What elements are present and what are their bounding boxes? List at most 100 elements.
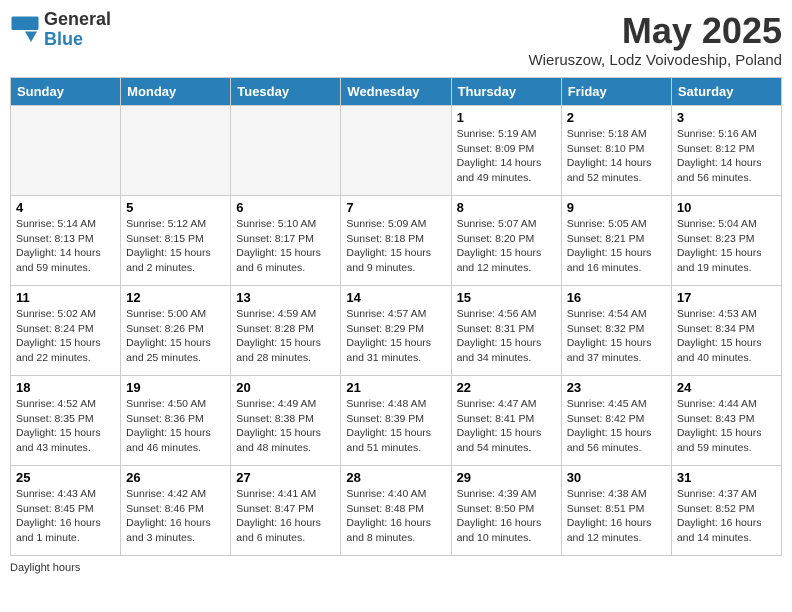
day-number: 13 <box>236 290 335 305</box>
day-number: 12 <box>126 290 225 305</box>
day-number: 19 <box>126 380 225 395</box>
calendar-cell: 13 Sunrise: 4:59 AM Sunset: 8:28 PM Dayli… <box>231 286 341 376</box>
calendar-cell: 31Sunrise: 4:37 AM Sunset: 8:52 PM Dayli… <box>671 466 781 556</box>
calendar-cell <box>11 106 121 196</box>
day-info: Sunrise: 4:48 AM Sunset: 8:39 PM Dayligh… <box>346 397 445 456</box>
day-number: 24 <box>677 380 776 395</box>
day-number: 30 <box>567 470 666 485</box>
calendar-cell: 5Sunrise: 5:12 AM Sunset: 8:15 PM Daylig… <box>121 196 231 286</box>
day-info: Sunrise: 4:54 AM Sunset: 8:32 PM Dayligh… <box>567 307 666 366</box>
calendar-cell: 9 Sunrise: 5:05 AM Sunset: 8:21 PM Daylig… <box>561 196 671 286</box>
calendar-cell: 29 Sunrise: 4:39 AM Sunset: 8:50 PM Dayli… <box>451 466 561 556</box>
header: General Blue May 2025 Wieruszow, Lodz Vo… <box>10 10 782 69</box>
logo-general-text: General <box>44 10 111 30</box>
week-row-4: 18Sunrise: 4:52 AM Sunset: 8:35 PM Dayli… <box>11 376 782 466</box>
header-row: SundayMondayTuesdayWednesdayThursdayFrid… <box>11 78 782 106</box>
header-day-thursday: Thursday <box>451 78 561 106</box>
day-info: Sunrise: 5:16 AM Sunset: 8:12 PM Dayligh… <box>677 127 776 186</box>
main-title: May 2025 <box>529 10 782 52</box>
day-info: Sunrise: 4:44 AM Sunset: 8:43 PM Dayligh… <box>677 397 776 456</box>
calendar-cell: 1 Sunrise: 5:19 AM Sunset: 8:09 PM Daylig… <box>451 106 561 196</box>
calendar-cell: 27 Sunrise: 4:41 AM Sunset: 8:47 PM Dayli… <box>231 466 341 556</box>
calendar-cell: 2Sunrise: 5:18 AM Sunset: 8:10 PM Daylig… <box>561 106 671 196</box>
day-number: 23 <box>567 380 666 395</box>
logo-text: General Blue <box>44 10 111 50</box>
day-number: 17 <box>677 290 776 305</box>
day-number: 28 <box>346 470 445 485</box>
day-number: 31 <box>677 470 776 485</box>
day-info: Sunrise: 4:39 AM Sunset: 8:50 PM Dayligh… <box>457 487 556 546</box>
calendar-cell: 16Sunrise: 4:54 AM Sunset: 8:32 PM Dayli… <box>561 286 671 376</box>
day-number: 21 <box>346 380 445 395</box>
day-number: 1 <box>457 110 556 125</box>
calendar-cell: 8Sunrise: 5:07 AM Sunset: 8:20 PM Daylig… <box>451 196 561 286</box>
calendar-cell: 11 Sunrise: 5:02 AM Sunset: 8:24 PM Dayli… <box>11 286 121 376</box>
day-number: 2 <box>567 110 666 125</box>
day-info: Sunrise: 4:49 AM Sunset: 8:38 PM Dayligh… <box>236 397 335 456</box>
day-info: Sunrise: 5:04 AM Sunset: 8:23 PM Dayligh… <box>677 217 776 276</box>
calendar-cell: 20 Sunrise: 4:49 AM Sunset: 8:38 PM Dayli… <box>231 376 341 466</box>
day-info: Sunrise: 4:41 AM Sunset: 8:47 PM Dayligh… <box>236 487 335 546</box>
calendar-cell: 6Sunrise: 5:10 AM Sunset: 8:17 PM Daylig… <box>231 196 341 286</box>
week-row-1: 1 Sunrise: 5:19 AM Sunset: 8:09 PM Daylig… <box>11 106 782 196</box>
calendar-cell <box>231 106 341 196</box>
header-day-wednesday: Wednesday <box>341 78 451 106</box>
day-number: 9 <box>567 200 666 215</box>
day-number: 18 <box>16 380 115 395</box>
day-info: Sunrise: 5:05 AM Sunset: 8:21 PM Dayligh… <box>567 217 666 276</box>
calendar-cell: 30 Sunrise: 4:38 AM Sunset: 8:51 PM Dayli… <box>561 466 671 556</box>
day-number: 8 <box>457 200 556 215</box>
calendar-cell: 7Sunrise: 5:09 AM Sunset: 8:18 PM Daylig… <box>341 196 451 286</box>
day-number: 5 <box>126 200 225 215</box>
calendar-cell: 19Sunrise: 4:50 AM Sunset: 8:36 PM Dayli… <box>121 376 231 466</box>
day-number: 14 <box>346 290 445 305</box>
calendar-cell: 14 Sunrise: 4:57 AM Sunset: 8:29 PM Dayli… <box>341 286 451 376</box>
week-row-5: 25 Sunrise: 4:43 AM Sunset: 8:45 PM Dayli… <box>11 466 782 556</box>
day-number: 22 <box>457 380 556 395</box>
header-day-saturday: Saturday <box>671 78 781 106</box>
calendar-header: SundayMondayTuesdayWednesdayThursdayFrid… <box>11 78 782 106</box>
calendar-cell <box>341 106 451 196</box>
day-info: Sunrise: 4:38 AM Sunset: 8:51 PM Dayligh… <box>567 487 666 546</box>
day-info: Sunrise: 4:57 AM Sunset: 8:29 PM Dayligh… <box>346 307 445 366</box>
calendar-cell: 4Sunrise: 5:14 AM Sunset: 8:13 PM Daylig… <box>11 196 121 286</box>
calendar-cell <box>121 106 231 196</box>
day-info: Sunrise: 4:40 AM Sunset: 8:48 PM Dayligh… <box>346 487 445 546</box>
day-info: Sunrise: 4:53 AM Sunset: 8:34 PM Dayligh… <box>677 307 776 366</box>
day-number: 6 <box>236 200 335 215</box>
calendar-cell: 21 Sunrise: 4:48 AM Sunset: 8:39 PM Dayli… <box>341 376 451 466</box>
footer: Daylight hours <box>10 562 782 574</box>
calendar-cell: 23 Sunrise: 4:45 AM Sunset: 8:42 PM Dayli… <box>561 376 671 466</box>
calendar-body: 1 Sunrise: 5:19 AM Sunset: 8:09 PM Daylig… <box>11 106 782 556</box>
calendar: SundayMondayTuesdayWednesdayThursdayFrid… <box>10 77 782 556</box>
day-info: Sunrise: 5:09 AM Sunset: 8:18 PM Dayligh… <box>346 217 445 276</box>
calendar-cell: 26Sunrise: 4:42 AM Sunset: 8:46 PM Dayli… <box>121 466 231 556</box>
calendar-cell: 28 Sunrise: 4:40 AM Sunset: 8:48 PM Dayli… <box>341 466 451 556</box>
week-row-2: 4Sunrise: 5:14 AM Sunset: 8:13 PM Daylig… <box>11 196 782 286</box>
day-number: 20 <box>236 380 335 395</box>
day-info: Sunrise: 5:02 AM Sunset: 8:24 PM Dayligh… <box>16 307 115 366</box>
day-number: 27 <box>236 470 335 485</box>
day-info: Sunrise: 4:56 AM Sunset: 8:31 PM Dayligh… <box>457 307 556 366</box>
week-row-3: 11 Sunrise: 5:02 AM Sunset: 8:24 PM Dayli… <box>11 286 782 376</box>
calendar-cell: 10Sunrise: 5:04 AM Sunset: 8:23 PM Dayli… <box>671 196 781 286</box>
day-number: 29 <box>457 470 556 485</box>
calendar-cell: 22Sunrise: 4:47 AM Sunset: 8:41 PM Dayli… <box>451 376 561 466</box>
header-day-sunday: Sunday <box>11 78 121 106</box>
calendar-cell: 15Sunrise: 4:56 AM Sunset: 8:31 PM Dayli… <box>451 286 561 376</box>
day-number: 25 <box>16 470 115 485</box>
day-info: Sunrise: 4:45 AM Sunset: 8:42 PM Dayligh… <box>567 397 666 456</box>
day-number: 11 <box>16 290 115 305</box>
logo-blue-text: Blue <box>44 30 111 50</box>
day-info: Sunrise: 4:59 AM Sunset: 8:28 PM Dayligh… <box>236 307 335 366</box>
day-number: 4 <box>16 200 115 215</box>
logo-icon <box>10 15 40 45</box>
day-info: Sunrise: 4:43 AM Sunset: 8:45 PM Dayligh… <box>16 487 115 546</box>
day-info: Sunrise: 5:19 AM Sunset: 8:09 PM Dayligh… <box>457 127 556 186</box>
logo: General Blue <box>10 10 111 50</box>
day-info: Sunrise: 5:00 AM Sunset: 8:26 PM Dayligh… <box>126 307 225 366</box>
day-number: 26 <box>126 470 225 485</box>
calendar-cell: 17 Sunrise: 4:53 AM Sunset: 8:34 PM Dayli… <box>671 286 781 376</box>
calendar-cell: 24 Sunrise: 4:44 AM Sunset: 8:43 PM Dayli… <box>671 376 781 466</box>
header-day-tuesday: Tuesday <box>231 78 341 106</box>
